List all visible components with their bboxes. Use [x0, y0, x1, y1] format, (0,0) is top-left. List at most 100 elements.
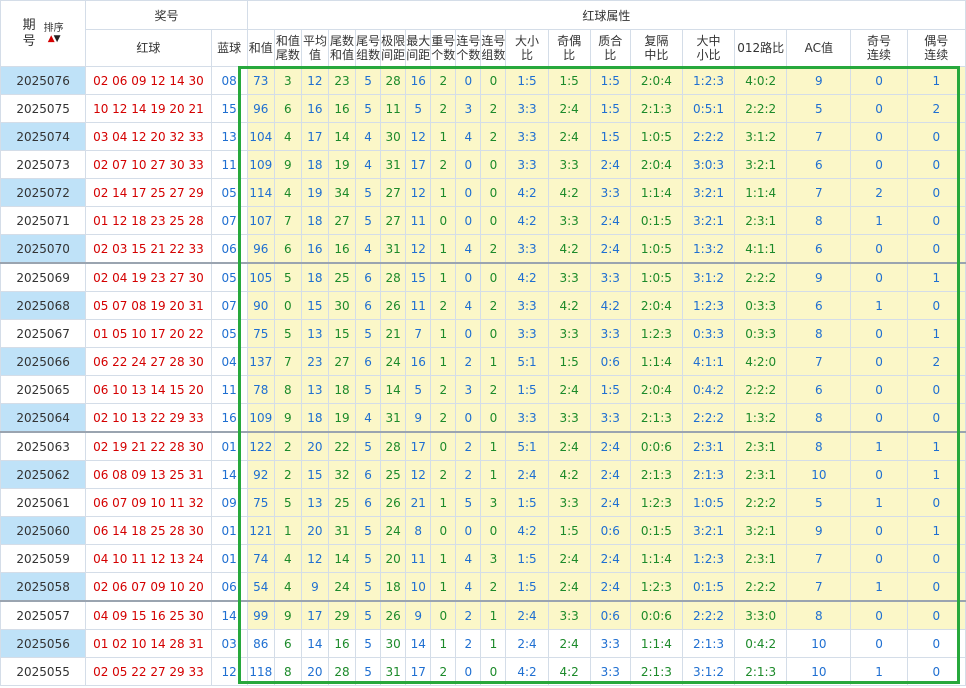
- attr-cell: 9: [786, 262, 852, 292]
- attr-cell: 12: [405, 460, 432, 489]
- attr-cell: 2: [430, 375, 457, 404]
- attr-cell: 2:4: [505, 600, 549, 630]
- attr-cell: 121: [246, 516, 275, 545]
- attr-cell: 13: [300, 375, 329, 404]
- attr-col-header: 极限 间距: [380, 29, 407, 67]
- attr-cell: 0: [480, 150, 507, 179]
- attr-cell: 2:3:1: [734, 206, 788, 235]
- attr-cell: 30: [380, 629, 407, 658]
- attr-cell: 20: [300, 657, 329, 686]
- attr-cell: 24: [380, 516, 407, 545]
- attr-cell: 3:3: [547, 403, 591, 433]
- attr-cell: 0: [906, 572, 966, 602]
- attr-cell: 2:2:2: [681, 122, 736, 151]
- attr-cell: 7: [786, 178, 852, 207]
- attr-cell: 3:3: [505, 234, 549, 264]
- attr-cell: 4:2: [589, 291, 631, 320]
- attr-cell: 25: [327, 262, 357, 292]
- attr-cell: 19: [327, 150, 357, 179]
- attr-cell: 6: [786, 291, 852, 320]
- attr-cell: 4:0:2: [734, 66, 788, 95]
- attr-cell: 30: [327, 291, 357, 320]
- attr-cell: 0: [455, 657, 482, 686]
- attr-cell: 0: [850, 150, 908, 179]
- attr-col-header: 和值: [246, 29, 275, 67]
- attr-cell: 0:0:6: [629, 600, 683, 630]
- attr-cell: 31: [380, 234, 407, 264]
- attr-cell: 0: [850, 234, 908, 264]
- attr-cell: 2:4: [589, 431, 631, 461]
- attr-cell: 2:2:2: [681, 403, 736, 433]
- attr-cell: 31: [380, 403, 407, 433]
- attr-cell: 9: [273, 150, 302, 179]
- attr-cell: 2:1:3: [629, 657, 683, 686]
- attr-cell: 1: [850, 657, 908, 686]
- attr-cell: 1: [480, 431, 507, 461]
- red-balls-cell: 10 12 14 19 20 21: [85, 94, 212, 123]
- attr-cell: 3: [455, 94, 482, 123]
- attr-cell: 86: [246, 629, 275, 658]
- attr-cell: 5: [355, 544, 382, 573]
- attr-cell: 2: [430, 94, 457, 123]
- table-row: 2025068 05 07 08 19 20 31 07 90 0 15 30 6 26 11 2 4…: [0, 291, 966, 320]
- attr-cell: 4: [455, 291, 482, 320]
- attr-col-header: 质合比: [589, 29, 631, 67]
- attr-cell: 5: [273, 488, 302, 517]
- attr-cell: 13: [300, 488, 329, 517]
- attr-cell: 1:5: [505, 66, 549, 95]
- attr-cell: 15: [327, 319, 357, 348]
- attr-cell: 3: [273, 66, 302, 95]
- attr-cell: 8: [786, 206, 852, 235]
- attr-cell: 1:0:5: [629, 234, 683, 264]
- attr-cell: 1: [850, 431, 908, 461]
- attr-cell: 2:1:3: [629, 94, 683, 123]
- attr-cell: 5: [455, 488, 482, 517]
- blue-ball-cell: 06: [210, 234, 248, 264]
- attr-cell: 3:3: [547, 600, 591, 630]
- attr-cell: 5: [355, 600, 382, 630]
- attr-cell: 2:2:2: [734, 94, 788, 123]
- attr-cell: 2: [455, 629, 482, 658]
- attr-cell: 18: [300, 403, 329, 433]
- attr-col-header: 平均值: [300, 29, 329, 67]
- attr-cell: 8: [273, 375, 302, 404]
- attr-cell: 1: [430, 629, 457, 658]
- attr-col-header: 连号 组数: [480, 29, 507, 67]
- attr-col-header: 尾号 组数: [355, 29, 382, 67]
- attr-cell: 6: [786, 234, 852, 264]
- attr-cell: 0: [455, 206, 482, 235]
- attr-cell: 18: [300, 206, 329, 235]
- attr-cell: 16: [327, 234, 357, 264]
- red-balls-cell: 02 03 15 21 22 33: [85, 234, 212, 264]
- attr-cell: 3:3: [589, 178, 631, 207]
- attr-cell: 11: [405, 206, 432, 235]
- issue-header: 期 号 排序 ▲▼: [0, 0, 87, 67]
- attr-cell: 1:5: [505, 488, 549, 517]
- attr-cell: 0: [906, 488, 966, 517]
- attr-cell: 0: [906, 657, 966, 686]
- attr-cell: 28: [380, 262, 407, 292]
- issue-cell: 2025076: [0, 66, 87, 95]
- attr-cell: 6: [355, 262, 382, 292]
- attr-cell: 5:1: [505, 347, 549, 376]
- issue-cell: 2025059: [0, 544, 87, 573]
- red-balls-cell: 02 06 09 12 14 30: [85, 66, 212, 95]
- attr-col-header: 奇偶比: [547, 29, 591, 67]
- attr-cell: 1:0:5: [681, 488, 736, 517]
- attr-cell: 17: [300, 122, 329, 151]
- attr-cell: 4: [455, 234, 482, 264]
- issue-cell: 2025061: [0, 488, 87, 517]
- table-row: 2025073 02 07 10 27 30 33 11 109 9 18 19 4 31 17 2…: [0, 150, 966, 179]
- attr-cell: 3:2:1: [734, 150, 788, 179]
- red-balls-cell: 01 02 10 14 28 31: [85, 629, 212, 658]
- attr-cell: 3:0:3: [681, 150, 736, 179]
- issue-cell: 2025066: [0, 347, 87, 376]
- table-row: 2025067 01 05 10 17 20 22 05 75 5 13 15 5 21 7 1 0 0…: [0, 319, 966, 348]
- attr-cell: 3:3: [505, 122, 549, 151]
- sort-toggle[interactable]: 排序 ▲▼: [44, 23, 64, 44]
- attr-cell: 2:1:3: [681, 460, 736, 489]
- attr-cell: 0: [906, 206, 966, 235]
- attr-cell: 17: [300, 600, 329, 630]
- attr-cell: 0: [480, 319, 507, 348]
- attr-cell: 2: [455, 600, 482, 630]
